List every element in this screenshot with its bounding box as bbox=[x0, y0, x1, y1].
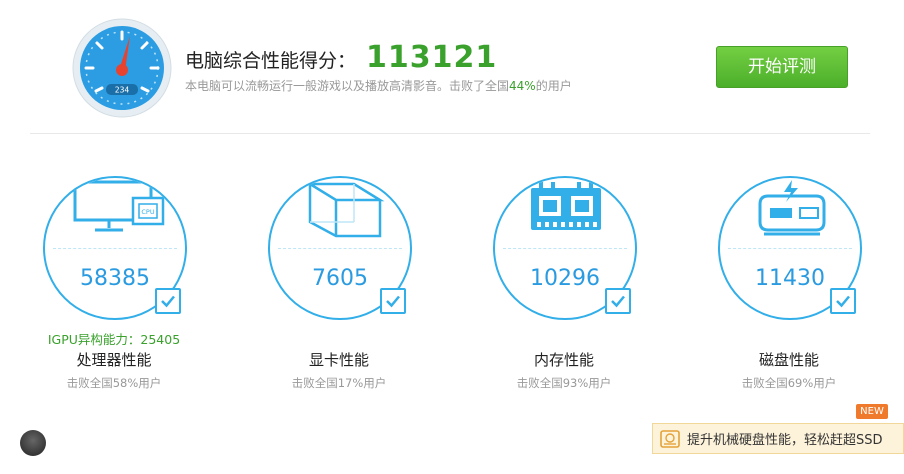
ring-divider bbox=[278, 248, 402, 249]
gauge-readout: 234 bbox=[115, 86, 130, 95]
check-icon bbox=[836, 295, 850, 308]
memory-label: 内存性能 bbox=[533, 351, 594, 369]
disk-drive-icon bbox=[758, 180, 826, 236]
avatar[interactable] bbox=[20, 430, 46, 456]
check-icon bbox=[161, 295, 175, 308]
memory-chip-icon bbox=[531, 182, 601, 230]
memory-card: 10296 内存性能 击败全国93%用户 bbox=[469, 172, 659, 392]
disk-card: 11430 磁盘性能 击败全国69%用户 bbox=[694, 172, 884, 392]
cpu-monitor-icon: CPU bbox=[73, 180, 165, 232]
speedometer-icon: 234 bbox=[72, 18, 172, 118]
hard-drive-icon bbox=[660, 429, 680, 448]
cpu-icon-label: CPU bbox=[141, 208, 154, 216]
ssd-promo-text: 提升机械硬盘性能，轻松赶超SSD bbox=[687, 433, 883, 448]
ring-divider bbox=[503, 248, 627, 249]
memory-checkbox[interactable] bbox=[605, 288, 631, 314]
ssd-promo-banner[interactable]: 提升机械硬盘性能，轻松赶超SSD bbox=[652, 423, 904, 454]
disk-label: 磁盘性能 bbox=[758, 351, 819, 369]
cpu-rank: 击败全国58%用户 bbox=[66, 376, 162, 390]
ring-divider bbox=[728, 248, 852, 249]
disk-rank: 击败全国69%用户 bbox=[741, 376, 837, 390]
page-title: 电脑综合性能得分： bbox=[185, 50, 357, 72]
gpu-rank: 击败全国17%用户 bbox=[291, 376, 387, 390]
subtitle-suffix: 的用户 bbox=[535, 79, 572, 93]
score-subtitle: 本电脑可以流畅运行一般游戏以及播放高清影音。击败了全国44%的用户 bbox=[185, 77, 572, 94]
subtitle-percent: 44% bbox=[509, 79, 536, 93]
score-title: 电脑综合性能得分： 113121 bbox=[185, 40, 497, 75]
igpu-score: IGPU异构能力：25405 bbox=[47, 332, 181, 347]
cpu-card: CPU 58385 IGPU异构能力：25405 处理器性能 击败全国58%用户 bbox=[19, 172, 209, 392]
total-score: 113121 bbox=[366, 40, 498, 75]
gpu-cube-icon bbox=[305, 182, 385, 238]
cpu-checkbox[interactable] bbox=[155, 288, 181, 314]
cpu-label: 处理器性能 bbox=[76, 351, 152, 369]
new-badge: NEW bbox=[856, 404, 888, 419]
check-icon bbox=[611, 295, 625, 308]
gpu-label: 显卡性能 bbox=[308, 351, 369, 369]
check-icon bbox=[386, 295, 400, 308]
disk-checkbox[interactable] bbox=[830, 288, 856, 314]
start-benchmark-button[interactable]: 开始评测 bbox=[716, 46, 848, 88]
subtitle-text: 本电脑可以流畅运行一般游戏以及播放高清影音。击败了全国 bbox=[185, 79, 510, 93]
gpu-checkbox[interactable] bbox=[380, 288, 406, 314]
ring-divider bbox=[53, 248, 177, 249]
benchmark-page: 234 电脑综合性能得分： 113121 本电脑可以流畅运行一般游戏以及播放高清… bbox=[0, 0, 904, 474]
divider bbox=[30, 133, 870, 134]
gpu-card: 7605 显卡性能 击败全国17%用户 bbox=[244, 172, 434, 392]
memory-rank: 击败全国93%用户 bbox=[516, 376, 612, 390]
